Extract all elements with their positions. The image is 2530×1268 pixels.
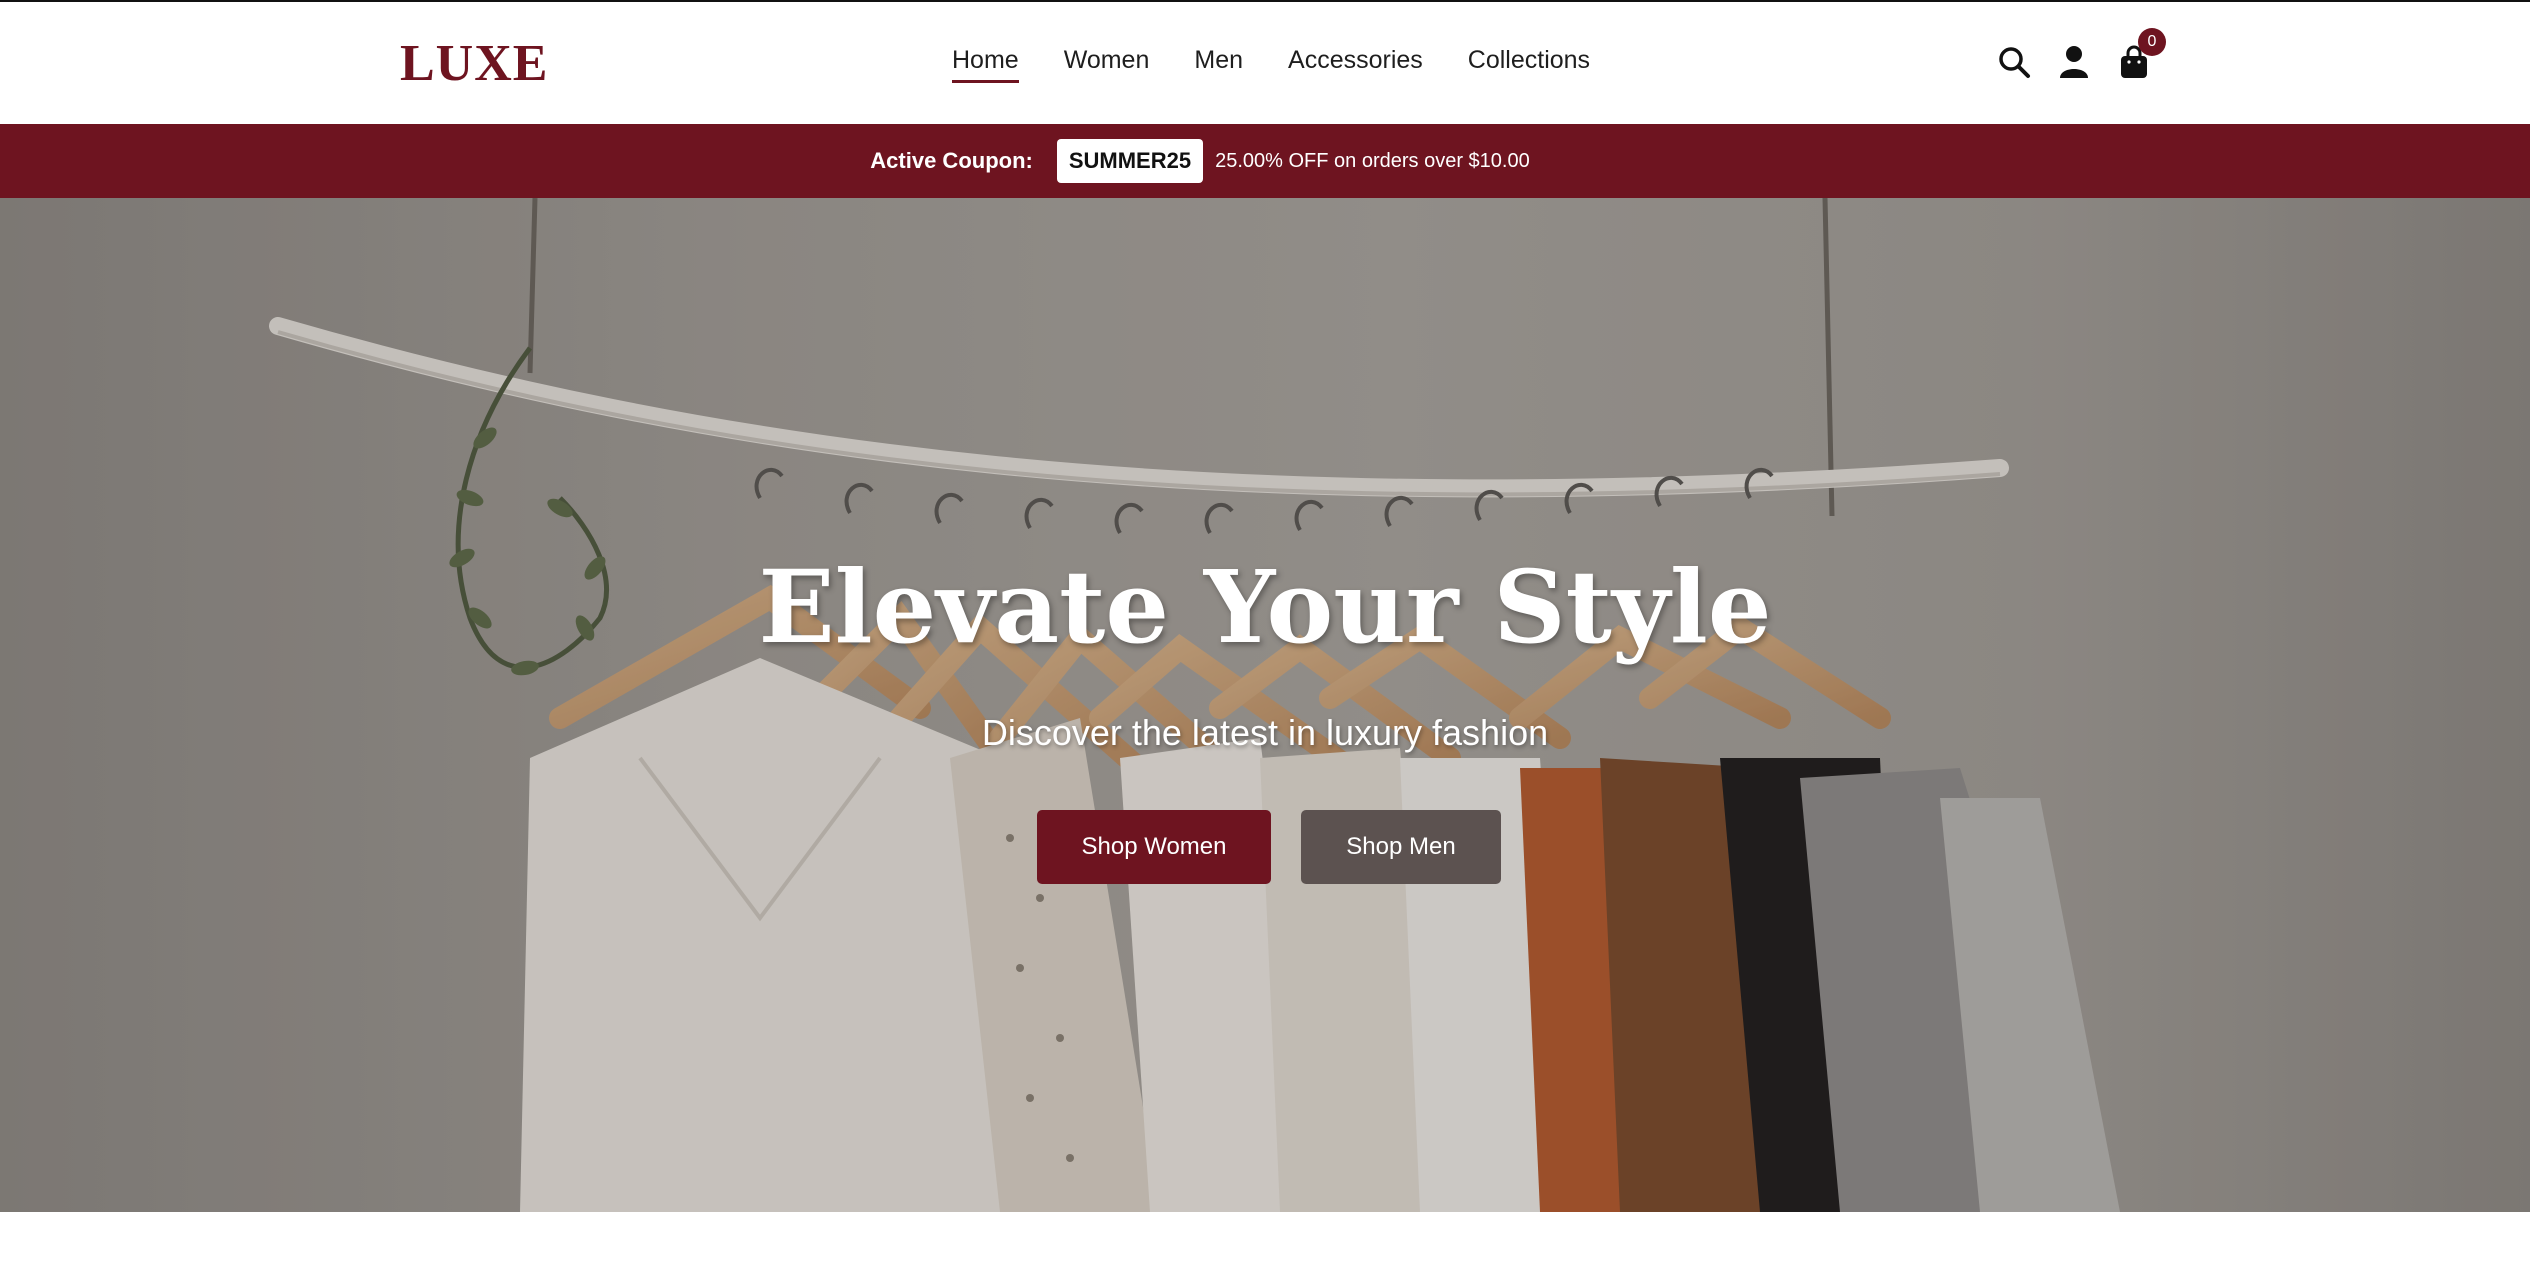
coupon-content: Active Coupon: SUMMER25 25.00% OFF on or… [870,139,1530,183]
hero-buttons: Shop Women Shop Men [1037,810,1501,884]
shop-women-button[interactable]: Shop Women [1037,810,1271,884]
user-icon[interactable] [2056,44,2092,80]
hero-title: Elevate Your Style [758,548,1772,666]
coupon-bar: Active Coupon: SUMMER25 25.00% OFF on or… [0,124,2530,198]
hero-section: Elevate Your Style Discover the latest i… [0,198,2530,1212]
cart-count-badge: 0 [2138,28,2166,56]
content-start-strip [0,1212,2530,1268]
nav-women[interactable]: Women [1064,46,1150,81]
nav-home[interactable]: Home [952,46,1019,83]
header-icons: 0 [1996,28,2166,80]
nav-collections[interactable]: Collections [1468,46,1590,81]
shopping-bag-icon[interactable]: 0 [2116,28,2166,80]
logo[interactable]: LUXE [400,34,548,93]
coupon-label: Active Coupon: [870,148,1033,173]
site-header: LUXE Home Women Men Accessories Collecti… [0,2,2530,124]
main-nav: Home Women Men Accessories Collections [952,46,1590,83]
shop-men-button[interactable]: Shop Men [1301,810,1501,884]
page: LUXE Home Women Men Accessories Collecti… [0,0,2530,1268]
nav-accessories[interactable]: Accessories [1288,46,1423,81]
nav-men[interactable]: Men [1194,46,1243,81]
coupon-description: 25.00% OFF on orders over $10.00 [1215,149,1530,172]
search-icon[interactable] [1996,44,2032,80]
coupon-code: SUMMER25 [1056,139,1204,183]
hero-subtitle: Discover the latest in luxury fashion [981,712,1549,753]
hero-overlay [0,198,2530,1212]
